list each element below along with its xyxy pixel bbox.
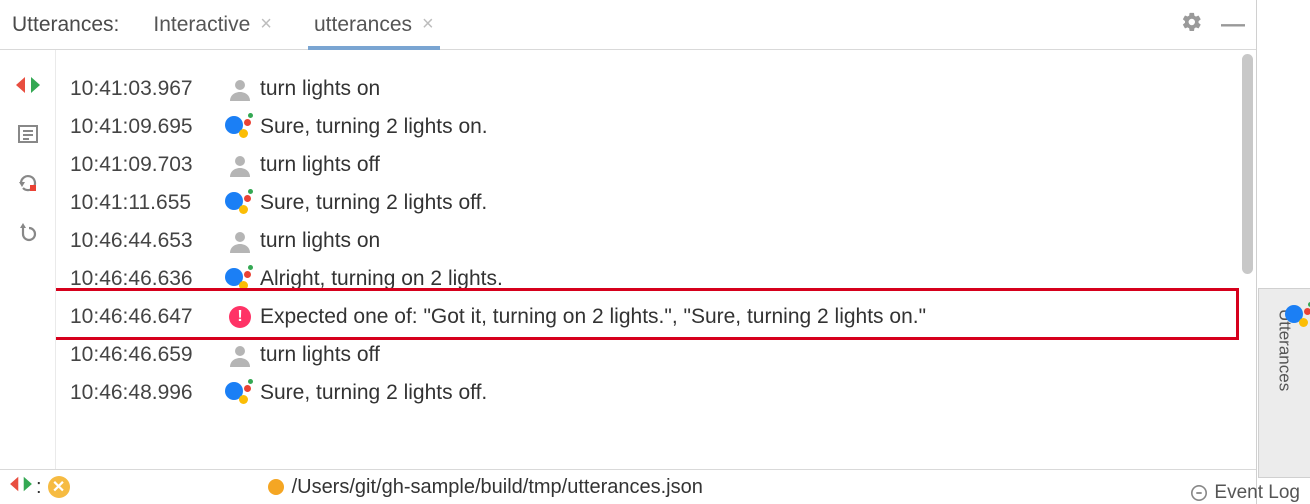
diff-icon[interactable] <box>16 74 40 101</box>
timestamp: 10:46:44.653 <box>70 229 220 253</box>
diff-icon[interactable] <box>10 474 32 500</box>
log-message: turn lights off <box>260 153 1256 177</box>
close-tab-icon[interactable]: × <box>260 13 272 36</box>
assistant-icon <box>220 112 260 142</box>
assistant-icon <box>220 378 260 408</box>
assistant-icon <box>220 264 260 294</box>
tab-utterances[interactable]: utterances × <box>308 0 440 49</box>
refresh-icon[interactable] <box>17 172 39 199</box>
event-log-label: Event Log <box>1214 482 1300 504</box>
timestamp: 10:46:48.996 <box>70 381 220 405</box>
timestamp: 10:46:46.647 <box>70 305 220 329</box>
log-message: Sure, turning 2 lights off. <box>260 381 1256 405</box>
status-dot-icon <box>268 479 284 495</box>
close-tab-icon[interactable]: × <box>422 13 434 36</box>
cancel-icon[interactable]: ✕ <box>48 476 70 498</box>
user-icon <box>220 153 260 177</box>
error-icon: ! <box>220 306 260 328</box>
log-row[interactable]: 10:46:44.653 turn lights on <box>70 222 1256 260</box>
vertical-scrollbar[interactable] <box>1240 50 1255 469</box>
timestamp: 10:41:03.967 <box>70 77 220 101</box>
assistant-icon <box>220 188 260 218</box>
log-row[interactable]: 10:46:48.996 Sure, turning 2 lights off. <box>70 374 1256 412</box>
timestamp: 10:46:46.636 <box>70 267 220 291</box>
log-message: turn lights off <box>260 343 1256 367</box>
log-row[interactable]: 10:46:46.636 Alright, turning on 2 lights… <box>70 260 1256 298</box>
minimize-icon[interactable]: — <box>1221 11 1244 39</box>
timestamp: 10:41:11.655 <box>70 191 220 215</box>
timestamp: 10:46:46.659 <box>70 343 220 367</box>
tab-interactive[interactable]: Interactive × <box>147 0 278 49</box>
timestamp: 10:41:09.703 <box>70 153 220 177</box>
user-icon <box>220 77 260 101</box>
list-icon[interactable] <box>17 123 39 150</box>
log-message: Alright, turning on 2 lights. <box>260 267 1256 291</box>
log-message: turn lights on <box>260 229 1256 253</box>
file-path[interactable]: /Users/git/gh-sample/build/tmp/utterance… <box>292 476 703 499</box>
log-message: Sure, turning 2 lights off. <box>260 191 1256 215</box>
log-message: Sure, turning 2 lights on. <box>260 115 1256 139</box>
log-message: turn lights on <box>260 77 1256 101</box>
undo-icon[interactable] <box>17 221 39 248</box>
user-icon <box>220 229 260 253</box>
separator: : <box>36 476 42 499</box>
panel-title: Utterances: <box>12 13 119 37</box>
log-row[interactable]: 10:46:46.647!Expected one of: "Got it, t… <box>70 298 1256 336</box>
sidebar-tab-utterances[interactable]: Utterances <box>1258 288 1310 478</box>
event-log-link[interactable]: Event Log <box>1190 482 1300 504</box>
log-message: Expected one of: "Got it, turning on 2 l… <box>260 305 1256 329</box>
user-icon <box>220 343 260 367</box>
tab-label: Interactive <box>153 13 250 37</box>
log-row[interactable]: 10:41:11.655 Sure, turning 2 lights off. <box>70 184 1256 222</box>
timestamp: 10:41:09.695 <box>70 115 220 139</box>
gear-icon[interactable] <box>1181 11 1203 38</box>
log-row[interactable]: 10:41:03.967 turn lights on <box>70 70 1256 108</box>
log-row[interactable]: 10:41:09.703 turn lights off <box>70 146 1256 184</box>
scrollbar-thumb[interactable] <box>1242 54 1253 274</box>
tab-label: utterances <box>314 13 412 37</box>
log-row[interactable]: 10:46:46.659 turn lights off <box>70 336 1256 374</box>
log-row[interactable]: 10:41:09.695 Sure, turning 2 lights on. <box>70 108 1256 146</box>
